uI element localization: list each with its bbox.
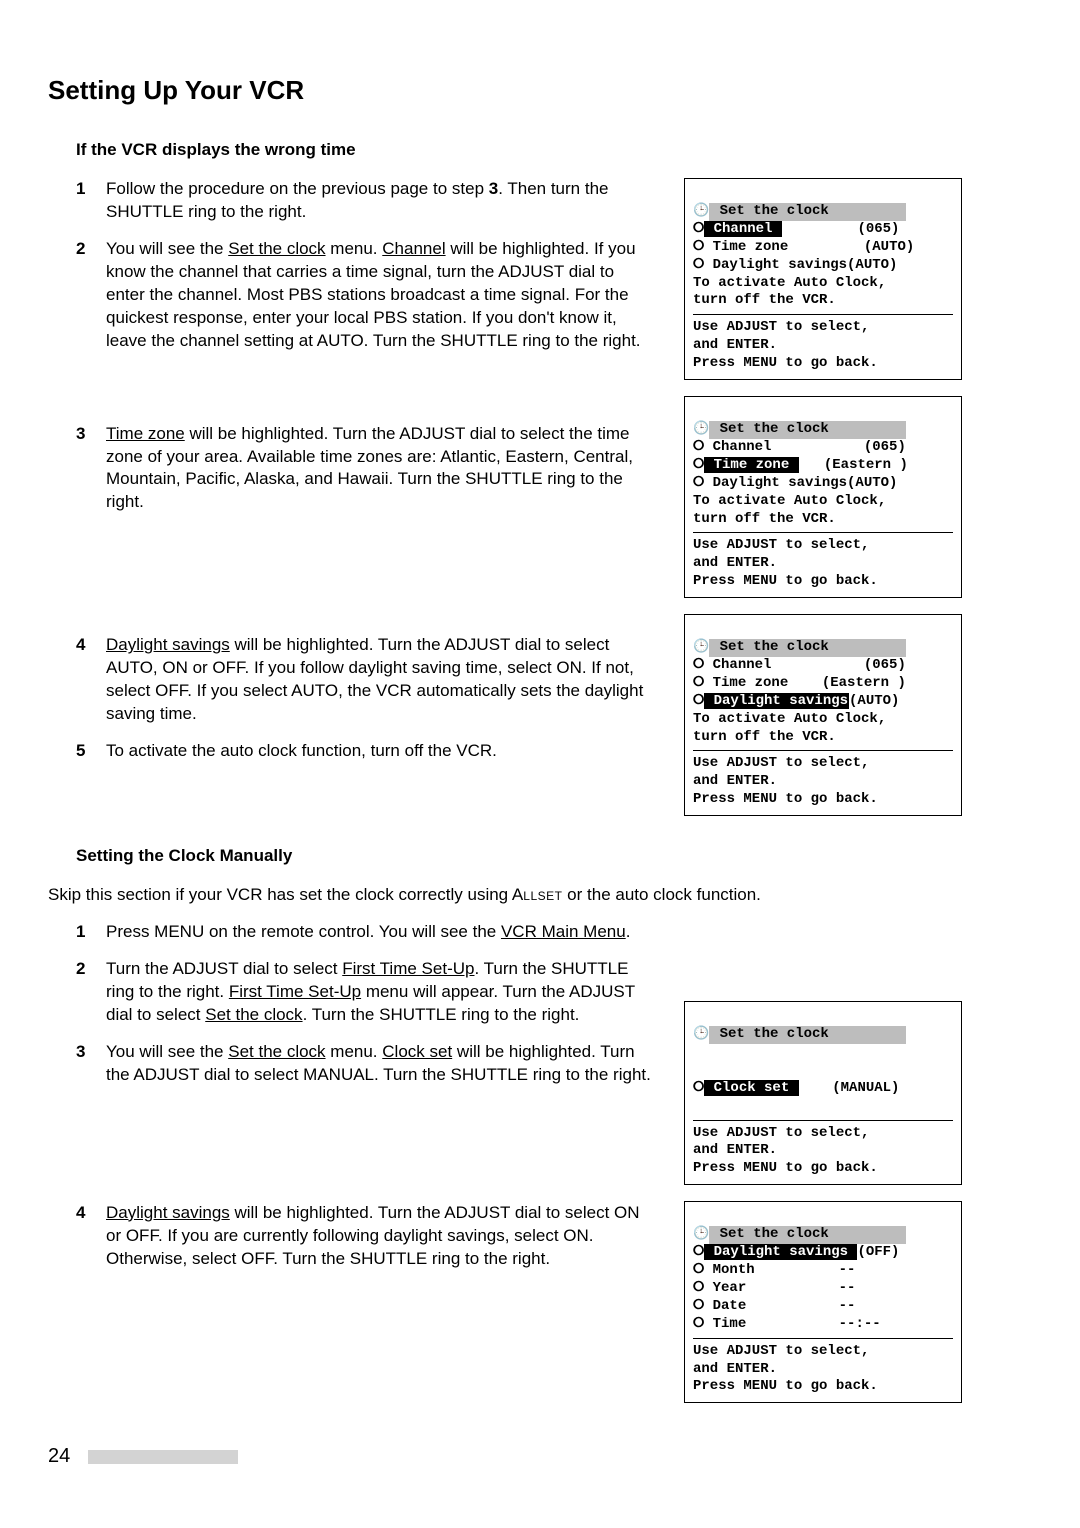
osd-panel-clockset: 🕒 Set the clock ⭘ Clock set (MANUAL) Use…: [684, 1001, 962, 1185]
step-number: 5: [76, 740, 106, 763]
osd-panel-timezone: 🕒 Set the clock ⭘ Channel (065) ⭘ Time z…: [684, 396, 962, 598]
manual-intro: Skip this section if your VCR has set th…: [48, 884, 1032, 907]
page-title: Setting Up Your VCR: [48, 75, 1032, 106]
step-number: 4: [76, 634, 106, 657]
step-number: 1: [76, 921, 106, 944]
osd-panel-daylight: 🕒 Set the clock ⭘ Channel (065) ⭘ Time z…: [684, 614, 962, 816]
step-number: 2: [76, 958, 106, 981]
step-number: 1: [76, 178, 106, 201]
steps-wrong-time: 1 Follow the procedure on the previous p…: [48, 178, 666, 763]
step-text: You will see the Set the clock menu. Clo…: [106, 1041, 666, 1087]
step-text: Time zone will be highlighted. Turn the …: [106, 423, 666, 515]
clock-icon: 🕒: [693, 421, 709, 436]
step-text: Turn the ADJUST dial to select First Tim…: [106, 958, 666, 1027]
step-text: Press MENU on the remote control. You wi…: [106, 921, 666, 944]
footer-bar: [88, 1450, 238, 1464]
step-text: Daylight savings will be highlighted. Tu…: [106, 1202, 666, 1271]
step-text: Daylight savings will be highlighted. Tu…: [106, 634, 666, 726]
osd-panel-channel: 🕒 Set the clock ⭘ Channel (065) ⭘ Time z…: [684, 178, 962, 380]
section-heading-wrong-time: If the VCR displays the wrong time: [76, 140, 1032, 160]
step-text: To activate the auto clock function, tur…: [106, 740, 666, 763]
page-footer: 24: [48, 1445, 238, 1468]
clock-icon: 🕒: [693, 203, 709, 218]
osd-panel-datefields: 🕒 Set the clock ⭘ Daylight savings (OFF)…: [684, 1201, 962, 1403]
section-heading-manual: Setting the Clock Manually: [76, 846, 1032, 866]
step-number: 3: [76, 423, 106, 446]
step-number: 4: [76, 1202, 106, 1225]
step-text: Follow the procedure on the previous pag…: [106, 178, 666, 224]
step-number: 3: [76, 1041, 106, 1064]
step-number: 2: [76, 238, 106, 261]
clock-icon: 🕒: [693, 639, 709, 654]
clock-icon: 🕒: [693, 1026, 709, 1041]
page-number: 24: [48, 1445, 70, 1468]
step-text: You will see the Set the clock menu. Cha…: [106, 238, 666, 353]
clock-icon: 🕒: [693, 1226, 709, 1241]
steps-manual: 1 Press MENU on the remote control. You …: [48, 921, 666, 1270]
